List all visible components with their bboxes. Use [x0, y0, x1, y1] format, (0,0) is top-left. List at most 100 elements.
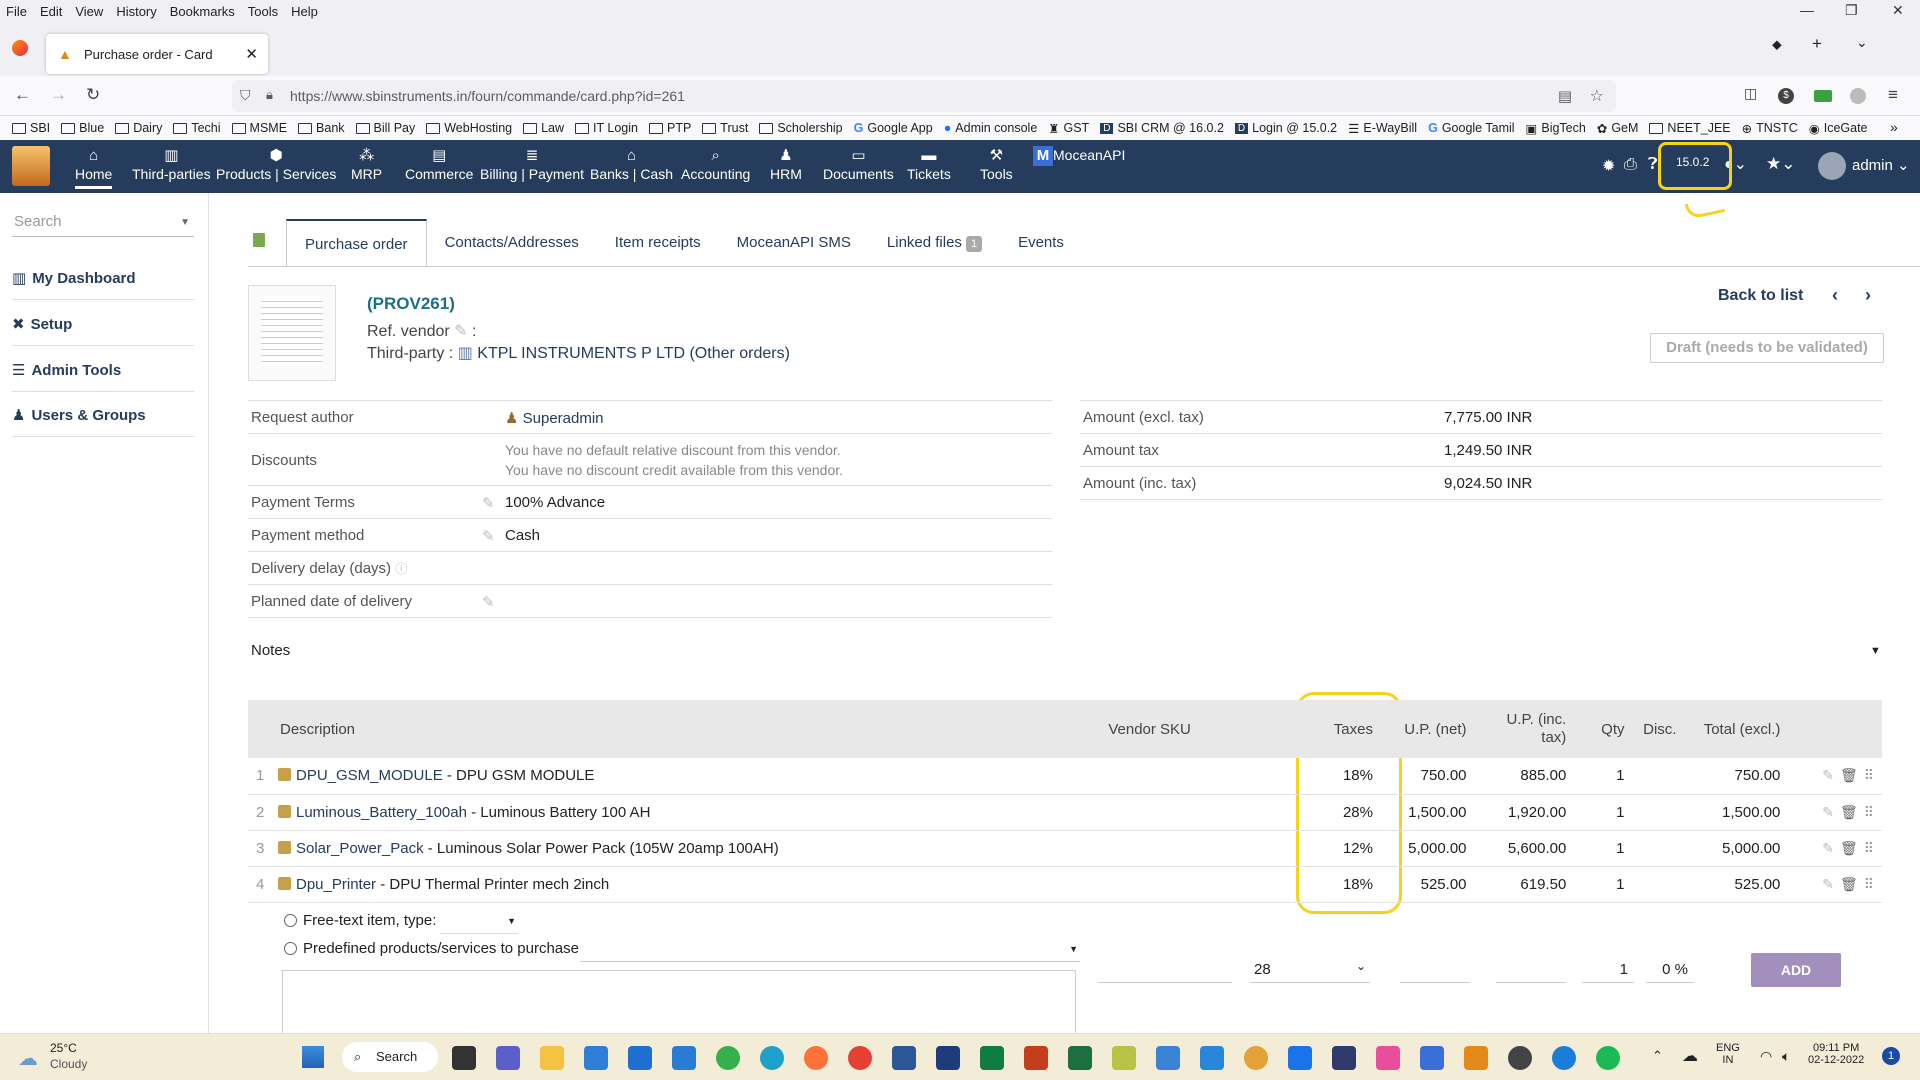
forward-icon[interactable]: → [50, 85, 67, 105]
product-link[interactable]: Solar_Power_Pack [296, 840, 424, 857]
tab-events[interactable]: Events [1000, 219, 1082, 267]
spotify-icon[interactable] [1596, 1046, 1620, 1070]
close-tab-icon[interactable]: ✕ [245, 45, 258, 63]
sidebar-item-admin-tools[interactable]: ☰ Admin Tools [12, 361, 194, 392]
nav-accounting[interactable]: ⌕ Accounting [681, 146, 750, 182]
back-to-list-link[interactable]: Back to list [1718, 287, 1803, 305]
table-row[interactable]: 1 DPU_GSM_MODULE - DPU GSM MODULE 18% 750.0… [248, 758, 1882, 795]
back-icon[interactable]: ← [14, 85, 31, 105]
bookmark-admin-console[interactable]: ● Admin console [944, 121, 1038, 135]
tab-linked-files[interactable]: Linked files 1 [869, 219, 1000, 267]
bookmark-dairy[interactable]: Dairy [115, 121, 162, 135]
sidebar-item-dashboard[interactable]: ▥ My Dashboard [12, 269, 194, 300]
bookmark-blue[interactable]: Blue [61, 121, 104, 135]
menu-history[interactable]: History [116, 4, 156, 19]
bookmark-gst[interactable]: ♜ GST [1048, 121, 1089, 136]
help-icon[interactable]: ❓︎ [1648, 156, 1658, 174]
mail-icon[interactable] [672, 1046, 696, 1070]
bookmark-msme[interactable]: MSME [231, 121, 287, 135]
bookmark-gem[interactable]: ✿ GeM [1597, 121, 1639, 136]
product-select[interactable]: ▼ [580, 938, 1080, 962]
publisher-icon[interactable] [980, 1046, 1004, 1070]
description-textarea[interactable] [282, 970, 1076, 1034]
taskbar-search[interactable]: ⌕ Search [342, 1042, 438, 1072]
task-view-icon[interactable] [452, 1046, 476, 1070]
volume-icon[interactable]: 🔈︎ [1782, 1048, 1790, 1065]
nav-hrm[interactable]: ♟ HRM [770, 146, 802, 182]
favorites-star-icon[interactable]: ★⌄ [1766, 154, 1795, 174]
browser-tab[interactable]: ▲ Purchase order - Card ✕ [46, 34, 268, 74]
nav-tools[interactable]: ⚒ Tools [980, 146, 1013, 182]
minimize-icon[interactable]: — [1800, 2, 1814, 18]
sidebar-item-setup[interactable]: ✖ Setup [12, 315, 194, 346]
trash-icon[interactable]: 🗑︎ [1840, 804, 1858, 820]
chevron-up-icon[interactable]: ⌃ [1652, 1048, 1663, 1064]
menu-tools[interactable]: Tools [248, 4, 278, 19]
unit-price-input[interactable] [1400, 955, 1470, 983]
extension-icon[interactable] [1850, 88, 1866, 104]
store-icon[interactable] [584, 1046, 608, 1070]
predefined-option[interactable]: Predefined products/services to purchase [284, 940, 579, 957]
nav-billing-payment[interactable]: ≣ Billing | Payment [480, 146, 584, 182]
nav-documents[interactable]: ▭ Documents [823, 146, 894, 182]
notes-toggle[interactable]: Notes [251, 642, 290, 659]
drag-handle-icon[interactable]: ⠿ [1864, 876, 1874, 892]
bookmark-login[interactable]: D Login @ 15.0.2 [1234, 121, 1337, 135]
edge-icon[interactable] [760, 1046, 784, 1070]
edit-icon[interactable]: ✎ [1822, 804, 1834, 820]
bookmark-neet-jee[interactable]: NEET_JEE [1649, 121, 1731, 135]
print-icon[interactable]: ⎙ [1624, 156, 1637, 174]
extension-icon[interactable]: ⬥ [1772, 36, 1782, 53]
help-app-icon[interactable] [1552, 1046, 1576, 1070]
bookmark-e-waybill[interactable]: ☰ E-WayBill [1348, 121, 1417, 136]
app-icon[interactable] [628, 1046, 652, 1070]
menu-view[interactable]: View [75, 4, 103, 19]
itunes-icon[interactable] [1376, 1046, 1400, 1070]
hamburger-menu-icon[interactable]: ≡ [1888, 85, 1898, 105]
bookmark-techi[interactable]: Techi [173, 121, 221, 135]
tab-item-receipts[interactable]: Item receipts [597, 219, 719, 267]
bookmark-google-app[interactable]: G Google App [854, 121, 933, 135]
maximize-icon[interactable]: ❐ [1845, 2, 1858, 19]
pencil-icon[interactable]: ✎ [454, 323, 467, 340]
table-row[interactable]: 3 Solar_Power_Pack - Luminous Solar Power… [248, 830, 1882, 867]
pencil-icon[interactable]: ✎ [482, 494, 495, 512]
photoshop-icon[interactable] [1332, 1046, 1356, 1070]
next-icon[interactable]: › [1865, 285, 1871, 306]
nav-banks-cash[interactable]: ⌂ Banks | Cash [590, 146, 673, 182]
app-star-icon[interactable] [936, 1046, 960, 1070]
language-indicator[interactable]: ENG IN [1716, 1042, 1740, 1066]
app-icon[interactable] [1156, 1046, 1180, 1070]
menu-file[interactable]: File [6, 4, 27, 19]
bookmark-trust[interactable]: Trust [702, 121, 748, 135]
chrome-icon[interactable] [848, 1046, 872, 1070]
drag-handle-icon[interactable]: ⠿ [1864, 840, 1874, 856]
app-icon[interactable] [1112, 1046, 1136, 1070]
request-author[interactable]: ♟ Superadmin [505, 409, 604, 427]
product-link[interactable]: DPU_GSM_MODULE [296, 767, 443, 784]
menu-edit[interactable]: Edit [40, 4, 62, 19]
todo-icon[interactable] [1200, 1046, 1224, 1070]
unit-price-inc-input[interactable] [1496, 955, 1566, 983]
reader-view-icon[interactable]: ▤ [1558, 87, 1572, 105]
pencil-icon[interactable]: ✎ [482, 527, 495, 545]
firefox-taskbar-icon[interactable] [804, 1046, 828, 1070]
close-window-icon[interactable]: ✕ [1892, 2, 1904, 19]
drag-handle-icon[interactable]: ⠿ [1864, 804, 1874, 820]
bug-icon[interactable]: ✹ [1602, 156, 1615, 176]
user-name[interactable]: admin ⌄ [1852, 156, 1910, 174]
qty-input[interactable]: 1 [1582, 955, 1634, 983]
nav-home[interactable]: ⌂ Home [75, 146, 113, 189]
whatsapp-icon[interactable] [716, 1046, 740, 1070]
pocket-icon[interactable]: ◫ [1744, 85, 1757, 102]
pencil-icon[interactable]: ✎ [482, 593, 495, 611]
url-bar[interactable]: ⛉ 🔒︎ https://www.sbinstruments.in/fourn/… [232, 80, 1616, 112]
avatar[interactable] [1818, 152, 1846, 180]
reload-icon[interactable]: ↻ [86, 85, 100, 105]
caret-down-icon[interactable]: ▼ [1870, 645, 1881, 657]
menu-bookmarks[interactable]: Bookmarks [170, 4, 235, 19]
third-party-link[interactable]: KTPL INSTRUMENTS P LTD [477, 345, 685, 362]
notepad-icon[interactable] [1420, 1046, 1444, 1070]
bookmark-it-login[interactable]: IT Login [575, 121, 638, 135]
bookmark-bigtech[interactable]: ▣ BigTech [1526, 121, 1586, 136]
